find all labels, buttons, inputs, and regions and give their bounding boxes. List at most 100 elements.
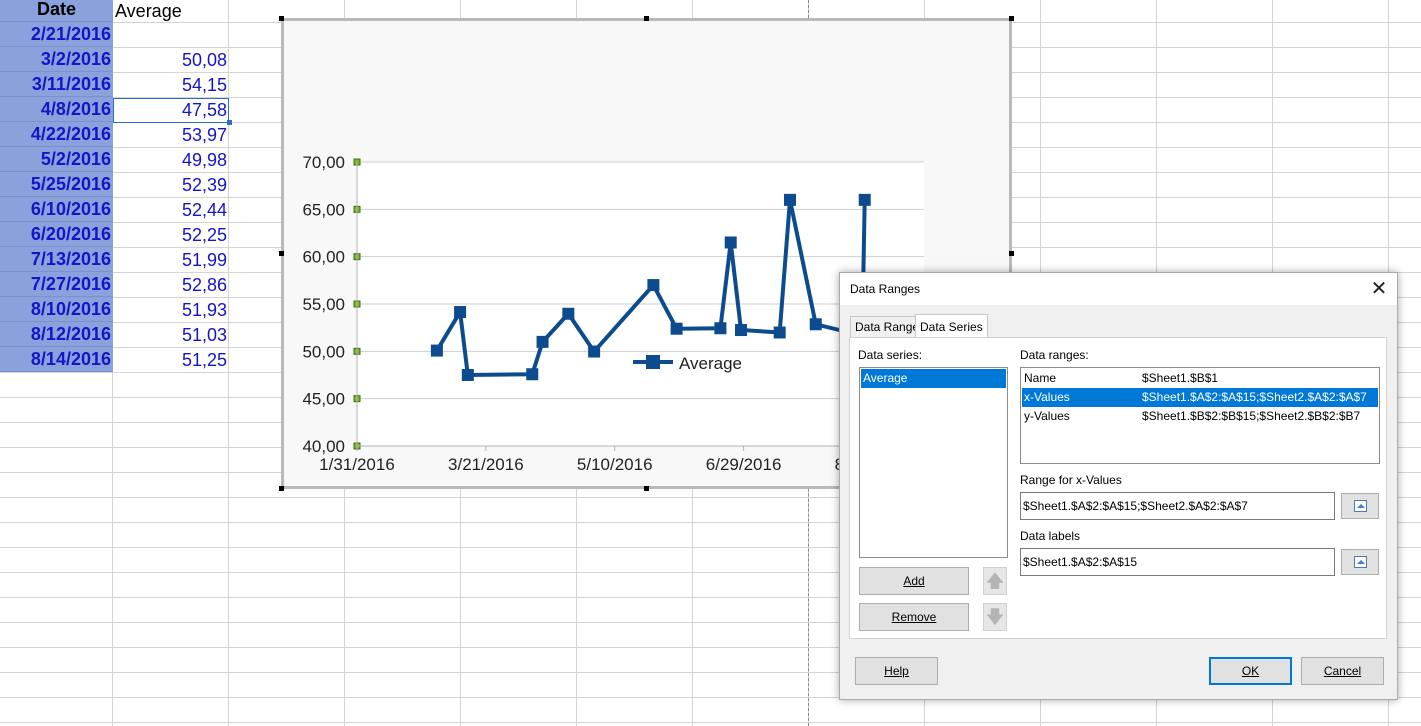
arrow-down-icon: 🡇 (985, 607, 1005, 627)
data-labels-input[interactable]: $Sheet1.$A$2:$A$15 (1020, 548, 1335, 576)
date-cell[interactable]: 8/10/2016 (0, 297, 113, 322)
select-range-button[interactable] (1341, 493, 1379, 519)
average-cell[interactable]: 51,93 (113, 298, 229, 323)
data-point-marker[interactable] (454, 306, 467, 319)
average-cell[interactable]: 51,99 (113, 248, 229, 273)
data-point-marker[interactable] (809, 318, 822, 331)
average-cell-selected[interactable]: 47,58 (113, 98, 229, 123)
date-cell[interactable]: 3/11/2016 (0, 72, 113, 97)
range-for-x-values-input[interactable]: $Sheet1.$A$2:$A$15;$Sheet2.$A$2:$A$7 (1020, 492, 1335, 520)
cancel-button[interactable]: Cancel (1301, 657, 1384, 685)
resize-handle-bottom-left[interactable] (279, 486, 284, 491)
data-ranges-list[interactable]: Name $Sheet1.$B$1 x-Values $Sheet1.$A$2:… (1020, 367, 1380, 464)
x-tick-label: 1/31/2016 (319, 455, 395, 474)
resize-handle-right[interactable] (1009, 251, 1014, 256)
cancel-button-label: Cancel (1323, 664, 1362, 678)
data-point-marker[interactable] (647, 279, 660, 292)
data-point-marker[interactable] (562, 307, 575, 320)
average-cell[interactable]: 51,03 (113, 323, 229, 348)
tab-data-series[interactable]: Data Series (915, 314, 988, 338)
data-series-panel: Data series: Average Data ranges: Name $… (849, 337, 1387, 639)
y-tick-label: 50,00 (302, 342, 345, 361)
data-ranges-label: Data ranges: (1020, 348, 1089, 362)
y-tick-label: 55,00 (302, 295, 345, 314)
average-cell[interactable]: 52,44 (113, 198, 229, 223)
x-tick-label: 5/10/2016 (577, 455, 653, 474)
data-point-marker[interactable] (536, 335, 549, 348)
data-point-marker[interactable] (670, 322, 683, 335)
average-cell[interactable]: 53,97 (113, 123, 229, 148)
data-series-list[interactable]: Average (859, 367, 1008, 558)
average-cell[interactable]: 50,08 (113, 48, 229, 73)
dialog-titlebar[interactable]: Data Ranges ✕ (840, 273, 1397, 305)
column-header-date[interactable]: Date (0, 0, 113, 22)
date-cell[interactable]: 7/13/2016 (0, 247, 113, 272)
date-cell[interactable]: 2/21/2016 (0, 22, 113, 47)
date-cell[interactable]: 4/22/2016 (0, 122, 113, 147)
help-button[interactable]: Help (855, 657, 938, 685)
ok-button[interactable]: OK (1209, 657, 1292, 685)
select-labels-range-button[interactable] (1341, 549, 1379, 575)
average-cell[interactable]: 52,86 (113, 273, 229, 298)
table-row[interactable]: y-Values $Sheet1.$B$2:$B$15;$Sheet2.$B$2… (1022, 407, 1378, 426)
y-tick-label: 60,00 (302, 248, 345, 267)
date-cell[interactable]: 6/20/2016 (0, 222, 113, 247)
list-item[interactable]: Average (861, 369, 1006, 388)
remove-button-label: Remove (891, 610, 937, 624)
data-point-marker[interactable] (461, 369, 474, 381)
date-cell[interactable]: 7/27/2016 (0, 272, 113, 297)
data-point-marker[interactable] (724, 236, 737, 249)
average-cell[interactable]: 51,25 (113, 348, 229, 373)
x-tick-label: 6/29/2016 (706, 455, 782, 474)
x-tick-label: 3/21/2016 (448, 455, 524, 474)
move-down-button[interactable]: 🡇 (983, 603, 1007, 631)
date-cell[interactable]: 5/25/2016 (0, 172, 113, 197)
data-point-marker[interactable] (430, 344, 443, 357)
tab-data-range[interactable]: Data Range (850, 316, 925, 338)
table-row[interactable]: Name $Sheet1.$B$1 (1022, 369, 1378, 388)
data-point-marker[interactable] (526, 368, 539, 381)
date-cell[interactable]: 5/2/2016 (0, 147, 113, 172)
data-point-marker[interactable] (783, 193, 796, 206)
data-ranges-dialog: Data Ranges ✕ Data Range Data Series Dat… (839, 272, 1398, 700)
y-tick-label: 40,00 (302, 437, 345, 456)
table-row-selected[interactable]: x-Values $Sheet1.$A$2:$A$15;$Sheet2.$A$2… (1022, 388, 1378, 407)
y-tick-labels: 40,00 45,00 50,00 55,00 60,00 65,00 70,00 (302, 153, 345, 456)
cell-fill-handle[interactable] (227, 120, 232, 125)
range-value: $Sheet1.$B$1 (1142, 371, 1219, 385)
resize-handle-bottom[interactable] (644, 486, 649, 491)
range-value: $Sheet1.$B$2:$B$15;$Sheet2.$B$2:$B7 (1142, 409, 1361, 423)
date-cell[interactable]: 4/8/2016 (0, 97, 113, 122)
y-tick-label: 45,00 (302, 390, 345, 409)
resize-handle-top-right[interactable] (1009, 16, 1014, 21)
average-cell[interactable]: 49,98 (113, 148, 229, 173)
data-point-marker[interactable] (588, 345, 601, 358)
range-role: y-Values (1024, 409, 1070, 423)
date-cell[interactable]: 8/14/2016 (0, 347, 113, 372)
date-cell[interactable]: 3/2/2016 (0, 47, 113, 72)
date-cell[interactable]: 8/12/2016 (0, 322, 113, 347)
move-up-button[interactable]: 🡅 (983, 567, 1007, 595)
date-cell[interactable]: 6/10/2016 (0, 197, 113, 222)
add-button[interactable]: Add (859, 567, 969, 595)
data-point-marker[interactable] (735, 324, 748, 337)
resize-handle-top-left[interactable] (279, 16, 284, 21)
data-point-marker[interactable] (714, 322, 727, 335)
data-point-marker[interactable] (858, 193, 871, 206)
average-cell[interactable]: 54,15 (113, 73, 229, 98)
help-button-label: Help (884, 664, 909, 678)
shrink-dialog-icon (1354, 500, 1367, 512)
data-labels-label: Data labels (1020, 529, 1081, 543)
range-role: Name (1024, 371, 1057, 385)
resize-handle-top[interactable] (644, 16, 649, 21)
remove-button[interactable]: Remove (859, 603, 969, 631)
average-cell[interactable]: 52,25 (113, 223, 229, 248)
column-header-average[interactable]: Average (113, 0, 229, 24)
close-icon[interactable]: ✕ (1367, 277, 1391, 301)
average-cell[interactable]: 52,39 (113, 173, 229, 198)
legend-entry-average: Average (679, 354, 742, 373)
arrow-up-icon: 🡅 (985, 571, 1005, 591)
average-cell[interactable] (113, 22, 229, 47)
resize-handle-left[interactable] (279, 251, 284, 256)
data-point-marker[interactable] (773, 326, 786, 339)
